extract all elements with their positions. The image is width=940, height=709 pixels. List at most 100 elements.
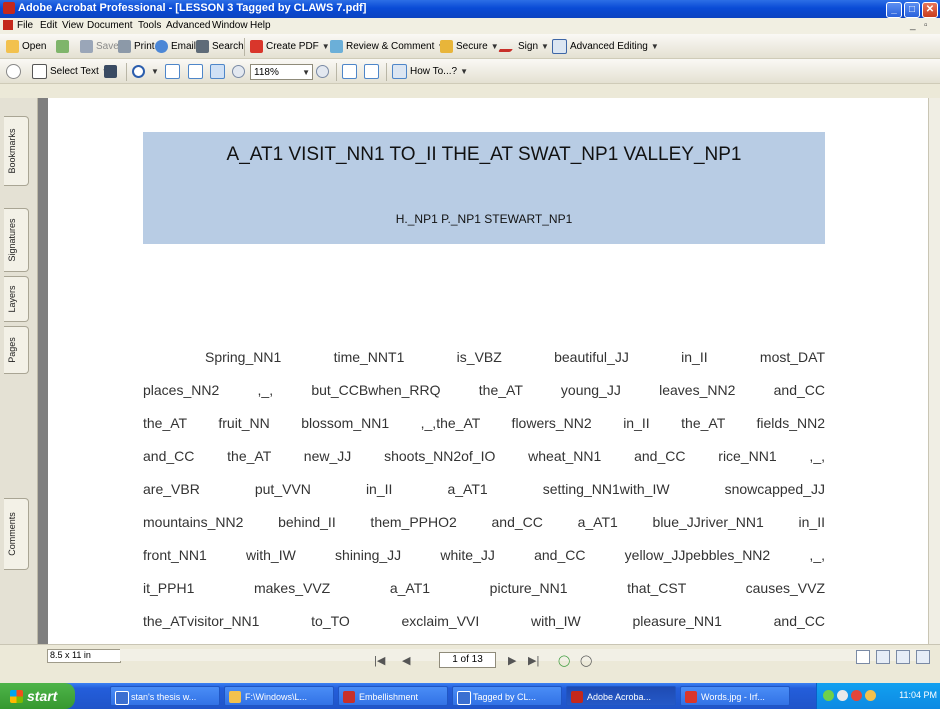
pen-icon [497, 40, 520, 52]
close-button[interactable]: ✕ [922, 2, 938, 18]
open-button[interactable]: Open [6, 38, 46, 54]
snapshot-button[interactable] [104, 63, 120, 79]
organizer-button[interactable] [56, 38, 72, 54]
sign-button[interactable]: Sign ▼ [497, 38, 549, 54]
tab-comments[interactable]: Comments [4, 498, 29, 570]
actual-size-button[interactable] [165, 63, 183, 79]
taskbar-item-explorer[interactable]: F:\Windows\L... [224, 686, 334, 706]
print-button[interactable]: Print [118, 38, 155, 54]
document-line: mountains_NN2 behind_II them_PPHO2 and_C… [143, 514, 825, 530]
menu-window[interactable]: Window [212, 20, 248, 31]
rotate-view-button[interactable] [342, 63, 360, 79]
document-title: A_AT1 VISIT_NN1 TO_II THE_AT SWAT_NP1 VA… [226, 144, 742, 165]
update-icon[interactable] [865, 690, 876, 701]
doc-restore-button[interactable]: ▫ [924, 20, 928, 31]
document-line: the_AT fruit_NN blossom_NN1 ,_,the_AT fl… [143, 415, 825, 431]
document-line: it_PPH1 makes_VVZ a_AT1 picture_NN1 that… [143, 580, 825, 596]
folder-icon [6, 39, 19, 53]
search-button[interactable]: Search [196, 38, 244, 54]
taskbar-item-embellishment[interactable]: Embellishment [338, 686, 448, 706]
zoom-out-button[interactable] [232, 63, 248, 79]
document-menu-icon[interactable] [3, 20, 13, 30]
fit-page-button[interactable] [188, 63, 206, 79]
document-line: front_NN1 with_IW shining_JJ white_JJ an… [143, 547, 825, 563]
network-icon[interactable] [823, 690, 834, 701]
view-toolbar: Select Text▼ ▼ 118%▼ How To...?▼ [0, 59, 940, 84]
first-page-button[interactable]: |◀ [374, 654, 385, 667]
menu-view[interactable]: View [62, 20, 84, 31]
rotate-icon [342, 63, 357, 79]
next-page-button[interactable]: ▶ [508, 654, 516, 667]
organizer-icon [56, 39, 69, 53]
actual-size-icon [165, 63, 180, 79]
tab-pages[interactable]: Pages [4, 326, 29, 374]
fit-page-icon [188, 63, 203, 79]
save-button[interactable]: Save [80, 38, 119, 54]
clock[interactable]: 11:04 PM [899, 690, 937, 700]
printer-icon [118, 39, 131, 53]
zoom-in-button[interactable] [316, 63, 332, 79]
previous-page-button[interactable]: ◀ [402, 654, 410, 667]
tab-signatures[interactable]: Signatures [4, 208, 29, 272]
acrobat-app-icon[interactable] [3, 2, 15, 14]
review-comment-button[interactable]: Review & Comment▼ [330, 38, 445, 54]
tab-layers[interactable]: Layers [4, 276, 29, 322]
lock-icon [440, 39, 453, 53]
pdf-page: A_AT1 VISIT_NN1 TO_II THE_AT SWAT_NP1 VA… [48, 98, 928, 644]
single-page-icon[interactable] [856, 650, 870, 664]
email-icon [155, 39, 168, 53]
secure-button[interactable]: Secure ▼ [440, 38, 499, 54]
document-line: the_ATvisitor_NN1 to_TO exclaim_VVI with… [143, 613, 825, 629]
rotate-clockwise-button[interactable] [364, 63, 382, 79]
taskbar-item-word[interactable]: stan's thesis w... [110, 686, 220, 706]
toolbar-separator [126, 63, 127, 81]
security-icon[interactable] [851, 690, 862, 701]
document-title-block: A_AT1 VISIT_NN1 TO_II THE_AT SWAT_NP1 VA… [143, 132, 825, 244]
email-button[interactable]: Email [155, 38, 196, 54]
page-navigation: |◀ ◀ 1 of 13 ▶ ▶| ◯ ◯ [372, 652, 642, 670]
document-icon [343, 691, 355, 703]
review-icon [330, 39, 343, 53]
camera-icon [104, 64, 117, 78]
document-viewport[interactable]: A_AT1 VISIT_NN1 TO_II THE_AT SWAT_NP1 VA… [38, 98, 928, 644]
how-to-button[interactable]: How To...? ▼ [392, 63, 468, 79]
create-pdf-button[interactable]: Create PDF ▼ [250, 38, 330, 54]
zoom-out-icon [232, 64, 245, 78]
tab-bookmarks[interactable]: Bookmarks [4, 116, 29, 186]
hand-icon [6, 63, 21, 79]
taskbar-item-tagged[interactable]: Tagged by CL... [452, 686, 562, 706]
continuous-page-icon[interactable] [876, 650, 890, 664]
start-button[interactable]: start [0, 683, 75, 709]
binoculars-icon [196, 39, 209, 53]
menu-document[interactable]: Document [87, 20, 133, 31]
doc-minimize-button[interactable]: _ [910, 20, 916, 31]
taskbar-item-acrobat[interactable]: Adobe Acroba... [566, 686, 676, 706]
file-toolbar: Open Save Print Email Search Create PDF ▼… [0, 34, 940, 59]
facing-page-icon[interactable] [896, 650, 910, 664]
toolbar-separator [244, 38, 245, 56]
last-page-button[interactable]: ▶| [528, 654, 539, 667]
title-bar: Adobe Acrobat Professional - [LESSON 3 T… [0, 0, 940, 18]
menu-advanced[interactable]: Advanced [166, 20, 210, 31]
menu-file[interactable]: File [17, 20, 33, 31]
fit-width-button[interactable] [210, 63, 228, 79]
menu-help[interactable]: Help [250, 20, 271, 31]
document-author: H._NP1 P._NP1 STEWART_NP1 [395, 212, 573, 226]
minimize-button[interactable]: _ [886, 2, 902, 18]
vertical-scrollbar[interactable] [928, 98, 940, 644]
hand-tool-button[interactable] [6, 63, 24, 79]
floppy-disk-icon [80, 39, 93, 53]
taskbar-item-irfanview[interactable]: Words.jpg - Irf... [680, 686, 790, 706]
maximize-button[interactable]: □ [904, 2, 920, 18]
go-back-button[interactable]: ◯ [558, 654, 570, 667]
menu-tools[interactable]: Tools [138, 20, 161, 31]
continuous-facing-icon[interactable] [916, 650, 930, 664]
go-forward-button[interactable]: ◯ [580, 654, 592, 667]
zoom-tool-button[interactable]: ▼ [132, 63, 159, 79]
volume-icon[interactable] [837, 690, 848, 701]
menu-edit[interactable]: Edit [40, 20, 57, 31]
zoom-level-field[interactable]: 118% ▼ [250, 64, 313, 80]
page-counter-field[interactable]: 1 of 13 [439, 652, 496, 668]
advanced-editing-button[interactable]: Advanced Editing ▼ [552, 38, 659, 54]
select-text-button[interactable]: Select Text▼ [32, 63, 110, 79]
